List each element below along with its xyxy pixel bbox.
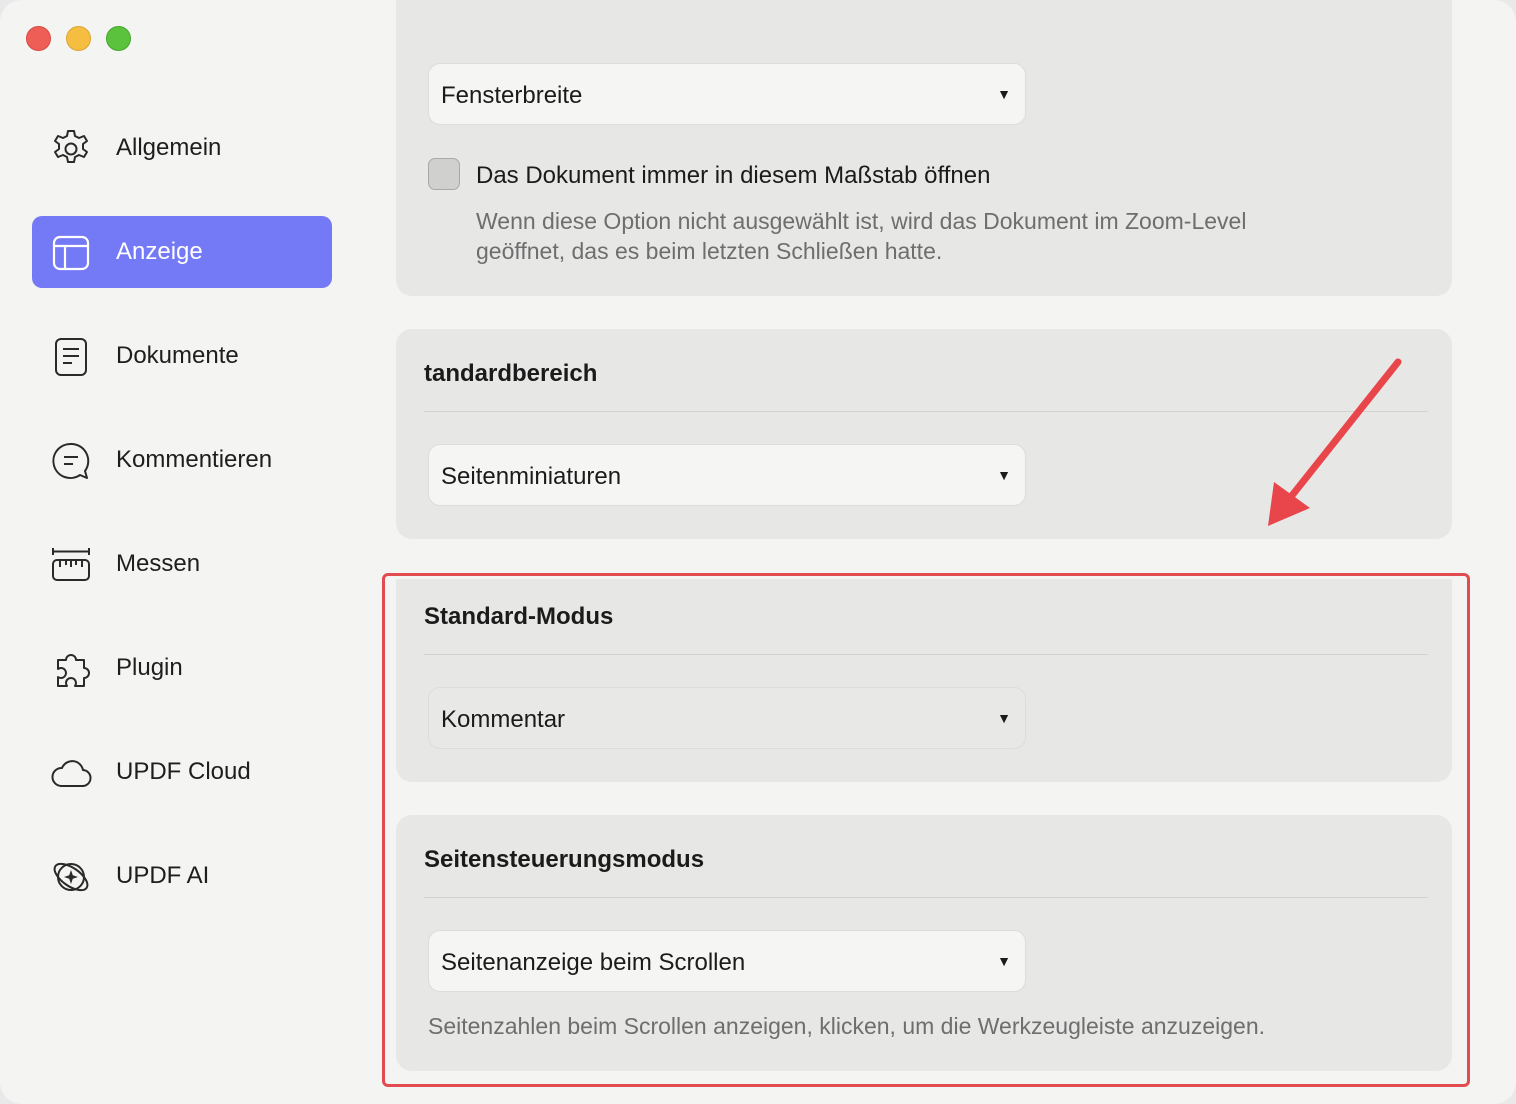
- zoom-select-value: Fensterbreite: [441, 82, 583, 109]
- annotation-arrow-icon: [1268, 358, 1402, 526]
- sidebar-item-allgemein[interactable]: Allgemein: [32, 112, 332, 184]
- zoom-settings-card: Fensterbreite ▼ Das Dokument immer in di…: [396, 0, 1452, 296]
- zoom-select[interactable]: Fensterbreite ▼: [428, 63, 1026, 125]
- chevron-down-icon: ▼: [997, 710, 1011, 726]
- preferences-window: Allgemein Anzeige Dokumente Kommentieren…: [0, 0, 1516, 1104]
- sidebar-item-plugin[interactable]: Plugin: [32, 632, 332, 704]
- sidebar-item-label: Allgemein: [116, 134, 222, 161]
- document-icon: [50, 336, 92, 378]
- divider: [424, 897, 1428, 898]
- zoom-hint-line-1: Wenn diese Option nicht ausgewählt ist, …: [476, 208, 1247, 234]
- gear-icon: [50, 128, 92, 170]
- sidebar-item-anzeige[interactable]: Anzeige: [32, 216, 332, 288]
- layout-icon: [50, 232, 92, 274]
- zoom-hint-line-2: geöffnet, das es beim letzten Schließen …: [476, 238, 943, 264]
- chevron-down-icon: ▼: [997, 467, 1011, 483]
- sidebar-item-label: UPDF Cloud: [116, 758, 251, 785]
- always-open-zoom-label: Das Dokument immer in diesem Maßstab öff…: [476, 162, 991, 189]
- sidebar-item-updf-cloud[interactable]: UPDF Cloud: [32, 736, 332, 808]
- chevron-down-icon: ▼: [997, 86, 1011, 102]
- standard-area-select-value: Seitenminiaturen: [441, 463, 622, 490]
- standard-mode-title: Standard-Modus: [424, 603, 614, 630]
- sidebar-item-label: Kommentieren: [116, 446, 273, 473]
- chevron-down-icon: ▼: [997, 953, 1011, 969]
- window-controls: [26, 26, 131, 51]
- sidebar-item-dokumente[interactable]: Dokumente: [32, 320, 332, 392]
- cloud-icon: [50, 752, 92, 794]
- standard-mode-select[interactable]: Kommentar ▼: [428, 687, 1026, 749]
- ai-icon: [50, 856, 92, 898]
- sidebar-item-label: Anzeige: [116, 238, 203, 265]
- sidebar-item-messen[interactable]: Messen: [32, 528, 332, 600]
- sidebar-item-label: Dokumente: [116, 342, 239, 369]
- sidebar-item-label: Plugin: [116, 654, 183, 681]
- sidebar: Allgemein Anzeige Dokumente Kommentieren…: [32, 112, 332, 944]
- page-control-card: Seitensteuerungsmodus Seitenanzeige beim…: [396, 815, 1452, 1071]
- sidebar-item-label: UPDF AI: [116, 862, 210, 889]
- comment-icon: [50, 440, 92, 482]
- standard-mode-card: Standard-Modus Kommentar ▼: [396, 579, 1452, 782]
- puzzle-icon: [50, 648, 92, 690]
- maximize-window-button[interactable]: [106, 26, 131, 51]
- page-control-hint: Seitenzahlen beim Scrollen anzeigen, kli…: [428, 1013, 1265, 1039]
- page-control-title: Seitensteuerungsmodus: [424, 846, 705, 873]
- page-control-select[interactable]: Seitenanzeige beim Scrollen ▼: [428, 930, 1026, 992]
- ruler-icon: [50, 544, 92, 586]
- close-window-button[interactable]: [26, 26, 51, 51]
- standard-area-select[interactable]: Seitenminiaturen ▼: [428, 444, 1026, 506]
- page-control-select-value: Seitenanzeige beim Scrollen: [441, 949, 746, 976]
- sidebar-item-label: Messen: [116, 550, 201, 577]
- standard-area-title: tandardbereich: [424, 360, 598, 387]
- minimize-window-button[interactable]: [66, 26, 91, 51]
- always-open-zoom-checkbox[interactable]: [428, 158, 460, 190]
- sidebar-item-kommentieren[interactable]: Kommentieren: [32, 424, 332, 496]
- divider: [424, 654, 1428, 655]
- standard-mode-select-value: Kommentar: [441, 706, 566, 733]
- sidebar-item-updf-ai[interactable]: UPDF AI: [32, 840, 332, 912]
